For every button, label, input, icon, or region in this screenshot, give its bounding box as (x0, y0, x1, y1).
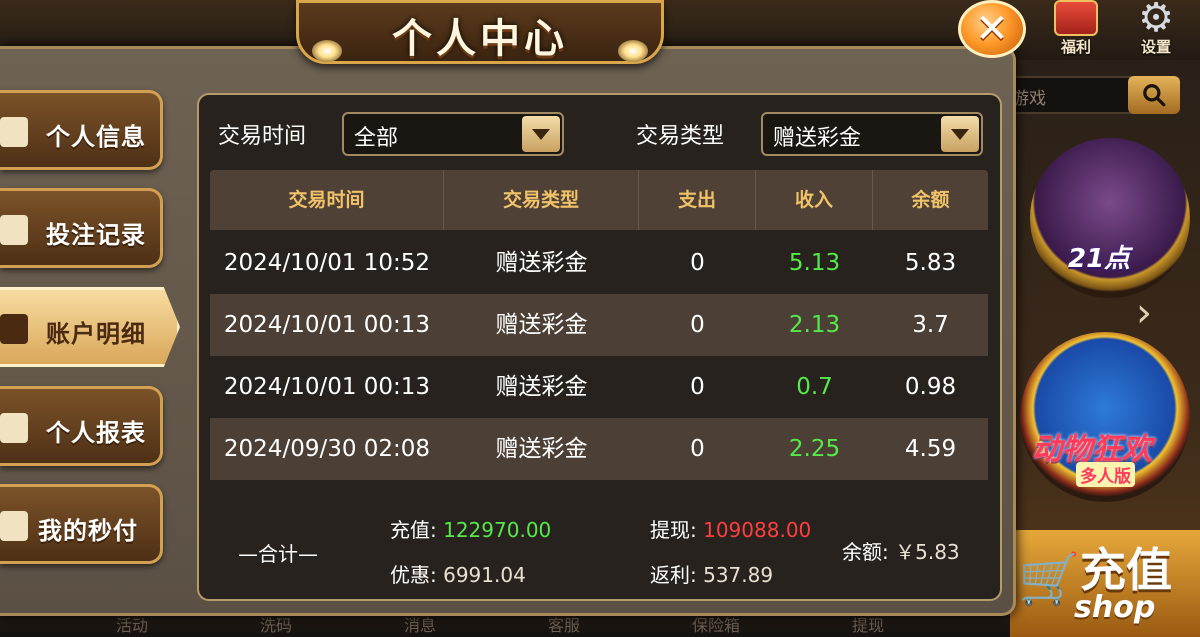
user-icon (0, 117, 28, 147)
deposit-total: 充值: 122970.00 (390, 514, 551, 543)
time-filter-label: 交易时间 (218, 124, 307, 149)
cell-expense: 0 (690, 312, 705, 338)
search-placeholder: 游戏 (1012, 89, 1046, 109)
cell-income: 0.7 (796, 374, 833, 400)
column-header-balance: 余额 (911, 189, 950, 211)
withdraw-value: 109088.00 (703, 518, 812, 542)
cell-income: 5.13 (788, 250, 841, 276)
summary-label: —合计— (238, 542, 318, 566)
rebate-total: 返利: 537.89 (650, 559, 773, 588)
sidebar-item-label: 我的秒付 (38, 517, 138, 545)
time-filter-select[interactable]: 全部 (342, 112, 564, 156)
column-header-time: 交易时间 (210, 170, 444, 230)
cell-type: 赠送彩金 (495, 374, 588, 400)
sidebar-item-label: 个人报表 (46, 419, 146, 447)
time-filter-value: 全部 (354, 126, 399, 151)
withdraw-total: 提现: 109088.00 (650, 514, 811, 543)
discount-total: 优惠: 6991.04 (390, 559, 526, 588)
deposit-value: 122970.00 (443, 518, 552, 542)
cell-expense: 0 (690, 250, 705, 276)
chevron-down-icon (941, 116, 979, 152)
sidebar-item-profile[interactable]: 个人信息 (0, 90, 163, 170)
game-title: 21点 (1068, 244, 1131, 274)
column-header-type: 交易类型 (444, 170, 639, 230)
table-row: 2024/10/01 00:13 赠送彩金 0 0.7 0.98 (210, 356, 988, 418)
column-header-income: 收入 (756, 170, 873, 230)
ledger-icon (0, 314, 28, 344)
search-icon (1143, 84, 1166, 107)
send-icon (0, 511, 28, 541)
sidebar-item-label: 账户明细 (46, 320, 146, 348)
cell-balance: 0.98 (904, 374, 957, 400)
cart-icon: 🛒 (1018, 550, 1081, 608)
discount-label: 优惠: (390, 563, 437, 587)
cell-time: 2024/10/01 10:52 (223, 250, 431, 276)
chevron-right-icon[interactable]: › (1136, 290, 1152, 336)
sidebar-item-reports[interactable]: 个人报表 (0, 386, 163, 466)
type-filter-value: 赠送彩金 (773, 126, 862, 151)
type-filter-label: 交易类型 (636, 124, 725, 149)
chevron-down-icon (522, 116, 560, 152)
close-button[interactable]: ✕ (958, 0, 1026, 58)
cell-type: 赠送彩金 (495, 250, 588, 276)
type-filter-select[interactable]: 赠送彩金 (761, 112, 983, 156)
recharge-shop-button[interactable]: 🛒 充值 shop (1010, 530, 1200, 637)
discount-value: 6991.04 (443, 563, 526, 587)
sidebar-item-instant-pay[interactable]: 我的秒付 (0, 484, 163, 564)
cell-time: 2024/10/01 00:13 (223, 374, 431, 400)
column-header-expense: 支出 (639, 170, 756, 230)
cell-expense: 0 (690, 436, 705, 462)
table-header: 交易时间 交易类型 支出 收入 余额 (210, 170, 988, 230)
pie-chart-icon (0, 413, 28, 443)
deposit-label: 充值: (390, 518, 437, 542)
sidebar-item-bet-records[interactable]: 投注记录 (0, 188, 163, 268)
rebate-label: 返利: (650, 563, 697, 587)
cell-income: 2.13 (788, 312, 841, 338)
gift-icon (1054, 0, 1098, 36)
cell-balance: 4.59 (904, 436, 957, 462)
cell-balance: 3.7 (912, 312, 949, 338)
recharge-sub: shop (1074, 590, 1156, 625)
close-icon: ✕ (975, 6, 1009, 52)
game-tile-animal[interactable]: 动物狂欢 多人版 (1020, 332, 1190, 502)
balance-value: ￥5.83 (895, 540, 960, 564)
wallet-icon (0, 215, 28, 245)
balance-label: 余额: (842, 540, 889, 564)
cell-balance: 5.83 (904, 250, 957, 276)
table-row: 2024/09/30 02:08 赠送彩金 0 2.25 4.59 (210, 418, 988, 480)
sidebar-item-label: 个人信息 (46, 123, 146, 151)
rebate-value: 537.89 (703, 563, 774, 587)
gear-icon (1134, 0, 1178, 36)
game-subtitle: 多人版 (1076, 462, 1135, 487)
welfare-button[interactable]: 福利 (1046, 0, 1106, 60)
settings-button[interactable]: 设置 (1126, 0, 1186, 60)
cell-income: 2.25 (788, 436, 841, 462)
game-tile-blackjack[interactable]: 21点 (1030, 138, 1190, 298)
table-row: 2024/10/01 10:52 赠送彩金 0 5.13 5.83 (210, 232, 988, 294)
sidebar-item-label: 投注记录 (46, 221, 146, 249)
cell-type: 赠送彩金 (495, 436, 588, 462)
modal-title: 个人中心 (392, 16, 568, 62)
welfare-label: 福利 (1060, 38, 1091, 56)
table-row: 2024/10/01 00:13 赠送彩金 0 2.13 3.7 (210, 294, 988, 356)
balance-total: 余额: ￥5.83 (842, 536, 960, 565)
cell-time: 2024/09/30 02:08 (223, 436, 431, 462)
cell-type: 赠送彩金 (495, 312, 588, 338)
sidebar-item-account-details[interactable]: 账户明细 (0, 287, 180, 367)
search-button[interactable] (1128, 76, 1180, 114)
cell-time: 2024/10/01 00:13 (223, 312, 431, 338)
cell-expense: 0 (690, 374, 705, 400)
withdraw-label: 提现: (650, 518, 697, 542)
